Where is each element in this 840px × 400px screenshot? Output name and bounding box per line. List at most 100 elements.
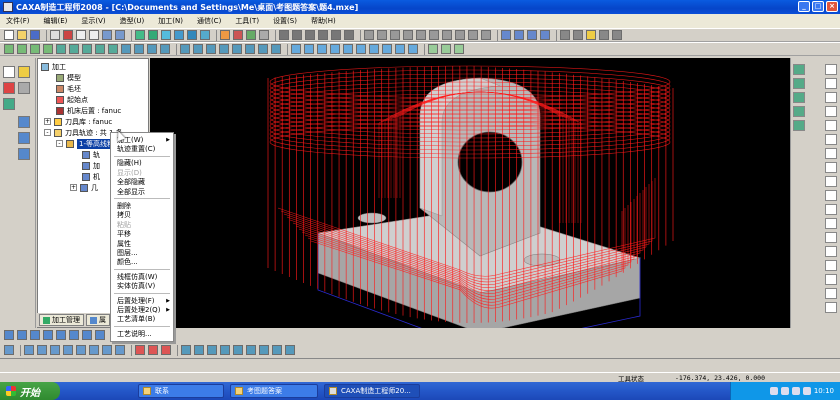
task-button-active[interactable]: CAXA制造工程师20...	[324, 384, 420, 398]
tool-icon[interactable]	[599, 30, 609, 40]
zoom-icon[interactable]	[481, 30, 491, 40]
view-icon[interactable]	[331, 30, 341, 40]
feature-icon[interactable]	[43, 44, 53, 54]
menu-communication[interactable]: 通信(C)	[197, 16, 221, 26]
spline-icon[interactable]	[825, 134, 837, 145]
expand-icon[interactable]: +	[70, 184, 77, 191]
feature-icon[interactable]	[69, 44, 79, 54]
tool-icon[interactable]	[259, 30, 269, 40]
tool-icon[interactable]	[76, 345, 86, 355]
zoom-icon[interactable]	[429, 30, 439, 40]
tool-icon[interactable]	[18, 82, 30, 94]
undo-icon[interactable]	[102, 30, 112, 40]
tray-icon[interactable]	[802, 387, 811, 395]
tool-icon[interactable]	[102, 345, 112, 355]
tool-icon[interactable]	[17, 330, 27, 340]
polygon-icon[interactable]	[825, 120, 837, 131]
tool-icon[interactable]	[89, 345, 99, 355]
feature-icon[interactable]	[245, 44, 255, 54]
tool-icon[interactable]	[148, 30, 158, 40]
view-icon[interactable]	[318, 30, 328, 40]
zoom-icon[interactable]	[455, 30, 465, 40]
context-menu-item[interactable]: 删除	[111, 201, 173, 210]
feature-icon[interactable]	[193, 44, 203, 54]
task-button[interactable]: 考图题答案	[230, 384, 318, 398]
feature-icon[interactable]	[180, 44, 190, 54]
feature-icon[interactable]	[395, 44, 405, 54]
tree-item-start-point[interactable]: 起始点	[56, 94, 88, 105]
tool-icon[interactable]	[793, 92, 805, 103]
tool-icon[interactable]	[43, 330, 53, 340]
tool-icon[interactable]	[187, 30, 197, 40]
tool-icon[interactable]	[825, 176, 837, 187]
tool-icon[interactable]	[825, 260, 837, 271]
tool-icon[interactable]	[246, 345, 256, 355]
tool-icon[interactable]	[24, 345, 34, 355]
tool-icon[interactable]	[135, 345, 145, 355]
tree-subitem[interactable]: 轨	[82, 149, 100, 160]
tool-icon[interactable]	[82, 330, 92, 340]
tool-icon[interactable]	[161, 30, 171, 40]
tool-icon[interactable]	[3, 82, 15, 94]
redo-icon[interactable]	[115, 30, 125, 40]
tool-icon[interactable]	[200, 30, 210, 40]
tool-icon[interactable]	[285, 345, 295, 355]
arc-icon[interactable]	[825, 78, 837, 89]
tool-icon[interactable]	[573, 30, 583, 40]
context-menu-item[interactable]: 全部隐藏	[111, 178, 173, 187]
menu-machining[interactable]: 加工(N)	[158, 16, 183, 26]
tool-icon[interactable]	[18, 66, 30, 78]
display-icon[interactable]	[540, 30, 550, 40]
tool-icon[interactable]	[18, 132, 30, 144]
zoom-icon[interactable]	[468, 30, 478, 40]
feature-icon[interactable]	[17, 44, 27, 54]
text-icon[interactable]	[825, 232, 837, 243]
feature-icon[interactable]	[95, 44, 105, 54]
feature-icon[interactable]	[382, 44, 392, 54]
context-menu-item[interactable]: 工艺清单(B)	[111, 315, 173, 324]
point-icon[interactable]	[825, 148, 837, 159]
tool-icon[interactable]	[30, 330, 40, 340]
feature-icon[interactable]	[82, 44, 92, 54]
tool-icon[interactable]	[50, 345, 60, 355]
tool-icon[interactable]	[37, 345, 47, 355]
start-button[interactable]: 开始	[0, 382, 60, 400]
tool-icon[interactable]	[233, 345, 243, 355]
tool-icon[interactable]	[272, 345, 282, 355]
context-menu-item[interactable]: 隐藏(H)	[111, 159, 173, 168]
menu-view[interactable]: 显示(V)	[81, 16, 105, 26]
context-menu-item[interactable]: 属性	[111, 239, 173, 248]
copy-icon[interactable]	[76, 30, 86, 40]
tool-icon[interactable]	[56, 330, 66, 340]
menu-tools[interactable]: 工具(T)	[235, 16, 259, 26]
context-menu-item[interactable]: 后置处理2(Q) ▶	[111, 305, 173, 314]
tool-icon[interactable]	[220, 345, 230, 355]
feature-icon[interactable]	[160, 44, 170, 54]
view-icon[interactable]	[305, 30, 315, 40]
feature-icon[interactable]	[304, 44, 314, 54]
tool-icon[interactable]	[18, 116, 30, 128]
tool-icon[interactable]	[793, 64, 805, 75]
feature-icon[interactable]	[330, 44, 340, 54]
menu-help[interactable]: 帮助(H)	[311, 16, 336, 26]
menu-file[interactable]: 文件(F)	[6, 16, 30, 26]
feature-icon[interactable]	[30, 44, 40, 54]
task-button[interactable]: 联系	[138, 384, 224, 398]
tool-icon[interactable]	[560, 30, 570, 40]
zoom-icon[interactable]	[377, 30, 387, 40]
minimize-button[interactable]: _	[798, 1, 810, 12]
rotate-icon[interactable]	[403, 30, 413, 40]
view-icon[interactable]	[292, 30, 302, 40]
feature-icon[interactable]	[258, 44, 268, 54]
tool-icon[interactable]	[161, 345, 171, 355]
menu-settings[interactable]: 设置(S)	[273, 16, 297, 26]
feature-icon[interactable]	[121, 44, 131, 54]
tray-icon[interactable]	[769, 387, 778, 395]
save-icon[interactable]	[30, 30, 40, 40]
tool-icon[interactable]	[3, 98, 15, 110]
context-menu-item[interactable]: 轨迹重置(C)	[111, 144, 173, 153]
tool-icon[interactable]	[115, 345, 125, 355]
tool-icon[interactable]	[181, 345, 191, 355]
rectangle-icon[interactable]	[825, 106, 837, 117]
tool-icon[interactable]	[4, 330, 14, 340]
